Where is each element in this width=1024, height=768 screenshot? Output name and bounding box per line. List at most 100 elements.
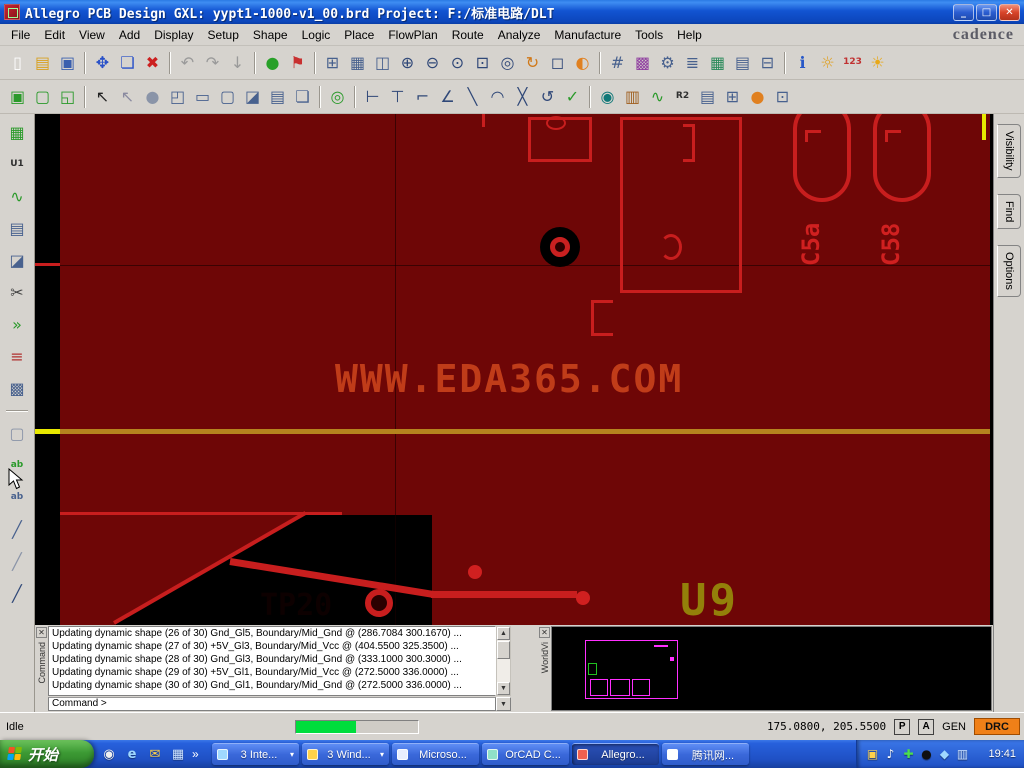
taskbar-task-2[interactable]: 3 Wind... ▾ (302, 743, 389, 765)
tab-visibility[interactable]: Visibility (997, 124, 1021, 178)
spin-tool-icon[interactable]: ↺ (535, 84, 560, 109)
shape-select-icon[interactable]: ▣ (5, 84, 30, 109)
pcb-canvas[interactable]: C5a C58 WWW.EDA365.COM TP20 U9 (35, 114, 993, 625)
cut-icon[interactable]: ✂ (5, 280, 30, 305)
refdes-c58[interactable]: C58 (877, 200, 905, 266)
route-slant3-icon[interactable]: ╱ (5, 581, 30, 606)
copy-icon[interactable]: ❏ (115, 50, 140, 75)
component-outline-large[interactable] (620, 117, 742, 293)
menu-route[interactable]: Route (445, 25, 491, 45)
arc-tool-icon[interactable]: ◠ (485, 84, 510, 109)
capacitor-outline-c58[interactable] (873, 114, 931, 202)
tray-shield-icon[interactable]: ✚ (901, 747, 916, 762)
console-close-icon[interactable]: ✕ (36, 627, 47, 638)
cancel-icon[interactable]: ↓ (225, 50, 250, 75)
list-icon[interactable]: ≡ (5, 344, 30, 369)
shape-edit-icon[interactable]: ◪ (5, 248, 30, 273)
setup-board-icon[interactable]: ▦ (345, 50, 370, 75)
save-drawing-icon[interactable]: ▣ (55, 50, 80, 75)
worldview-close-icon[interactable]: ✕ (539, 627, 550, 638)
spreadsheet-icon[interactable]: ▦ (705, 50, 730, 75)
command-input[interactable]: Command > (48, 697, 496, 711)
daylight-icon[interactable]: ☀ (865, 50, 890, 75)
close-button[interactable]: ✕ (999, 3, 1020, 21)
chamfer-icon[interactable]: ⌐ (410, 84, 435, 109)
menu-help[interactable]: Help (670, 25, 709, 45)
measure-icon[interactable]: ⊢ (360, 84, 385, 109)
layers-icon[interactable]: ▤ (730, 50, 755, 75)
taskbar-task-3[interactable]: Microso... (392, 743, 479, 765)
target-icon[interactable]: ◎ (325, 84, 350, 109)
grid-icon[interactable]: ⊞ (320, 50, 345, 75)
signal-probe-icon[interactable]: ∿ (645, 84, 670, 109)
menu-file[interactable]: File (4, 25, 37, 45)
undo-icon[interactable]: ↶ (175, 50, 200, 75)
shove-icon[interactable]: » (5, 312, 30, 337)
layer-stack-icon[interactable]: ▤ (695, 84, 720, 109)
menu-view[interactable]: View (72, 25, 112, 45)
menu-analyze[interactable]: Analyze (491, 25, 548, 45)
refdes-icon[interactable]: R2 (670, 84, 695, 109)
via-1[interactable] (468, 565, 482, 579)
tab-options[interactable]: Options (997, 244, 1021, 297)
tab-find[interactable]: Find (997, 193, 1021, 229)
refdes-u9[interactable]: U9 (680, 575, 739, 625)
menu-display[interactable]: Display (147, 25, 200, 45)
library-icon[interactable]: ▥ (620, 84, 645, 109)
cross-section-icon[interactable]: ≣ (680, 50, 705, 75)
angle-icon[interactable]: ∠ (435, 84, 460, 109)
zoom-in-icon[interactable]: ⊕ (395, 50, 420, 75)
pin-grid-icon[interactable]: ⊞ (720, 84, 745, 109)
tray-volume-icon[interactable]: ♪ (883, 747, 898, 762)
pick-mode-button[interactable]: P (894, 718, 911, 735)
shadow-mode-icon[interactable]: ◐ (570, 50, 595, 75)
help-info-icon[interactable]: ℹ (790, 50, 815, 75)
menu-edit[interactable]: Edit (37, 25, 72, 45)
refdes-c5a[interactable]: C5a (797, 200, 825, 266)
route-slant2-icon[interactable]: ╱ (5, 549, 30, 574)
window-select-icon[interactable]: ◻ (545, 50, 570, 75)
menu-flowplan[interactable]: FlowPlan (381, 25, 444, 45)
report-icon[interactable]: ▤ (5, 216, 30, 241)
circle-select-icon[interactable]: ● (140, 84, 165, 109)
quicklaunch-desktop-icon[interactable]: ▦ (169, 745, 187, 763)
tip-icon[interactable]: ☼ (815, 50, 840, 75)
cross-tool-icon[interactable]: ╳ (510, 84, 535, 109)
rect-tool-icon[interactable]: ▭ (190, 84, 215, 109)
menu-setup[interactable]: Setup (201, 25, 246, 45)
numbers-icon[interactable]: 123 (840, 50, 865, 75)
trace-horizontal[interactable] (431, 591, 577, 598)
scroll-thumb[interactable] (497, 641, 510, 659)
pick-box-icon[interactable]: ◰ (165, 84, 190, 109)
board-visibility-icon[interactable]: ▦ (5, 120, 30, 145)
stack-icon[interactable]: ▤ (265, 84, 290, 109)
menu-add[interactable]: Add (112, 25, 147, 45)
console-scrollbar[interactable]: ▲ ▼ (496, 626, 511, 696)
odb-icon[interactable]: ◉ (595, 84, 620, 109)
worldview-viewport-rect[interactable] (588, 663, 597, 675)
symbol-u1-icon[interactable]: U1 (5, 152, 30, 177)
via-2[interactable] (576, 591, 590, 605)
maximize-button[interactable]: □ (976, 3, 997, 21)
menu-place[interactable]: Place (337, 25, 381, 45)
application-mode-button[interactable]: A (918, 718, 935, 735)
pick-alt-icon[interactable]: ↖ (115, 84, 140, 109)
redo-icon[interactable]: ↷ (200, 50, 225, 75)
line-tool-icon[interactable]: ╲ (460, 84, 485, 109)
start-button[interactable]: 开始 (0, 740, 94, 768)
refdes-tp20[interactable]: TP20 (260, 588, 332, 623)
testpoint-pad[interactable] (365, 589, 393, 617)
menu-manufacture[interactable]: Manufacture (547, 25, 628, 45)
waveform-icon[interactable]: ∿ (5, 184, 30, 209)
highlight-icon[interactable]: ● (260, 50, 285, 75)
route-track-horizontal[interactable] (60, 429, 990, 434)
taskbar-task-5[interactable]: Allegro... (572, 743, 659, 765)
quicklaunch-media-icon[interactable]: ◉ (100, 745, 118, 763)
move-icon[interactable]: ✥ (90, 50, 115, 75)
capacitor-outline-c5a[interactable] (793, 114, 851, 202)
tray-msg-icon[interactable]: ◆ (937, 747, 952, 762)
tray-update-icon[interactable]: ▣ (865, 747, 880, 762)
tray-qq-icon[interactable]: ● (919, 747, 934, 762)
taskbar-task-6[interactable]: 腾讯网... (662, 743, 749, 765)
overlap-icon[interactable]: ❏ (290, 84, 315, 109)
